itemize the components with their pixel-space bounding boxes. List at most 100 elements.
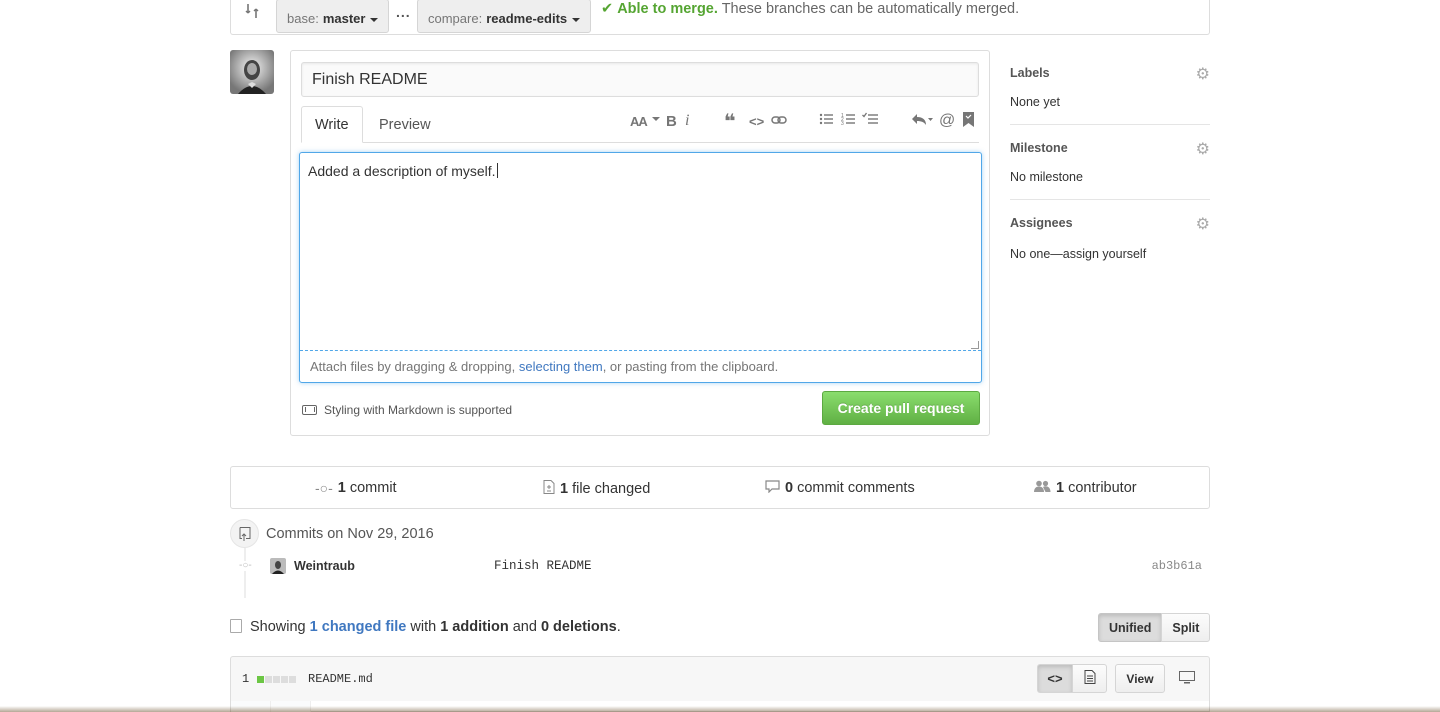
quote-icon: ❝	[724, 110, 736, 133]
file-icon	[1084, 670, 1096, 687]
ordered-list-icon: 123	[841, 112, 855, 130]
compare-prefix: compare:	[428, 11, 483, 26]
desktop-icon	[1179, 670, 1195, 687]
period-text: .	[616, 619, 621, 635]
diffstat-block	[265, 675, 273, 683]
bold-icon: B	[666, 112, 677, 130]
ordered-list-button[interactable]: 123	[841, 112, 855, 130]
comment-icon	[765, 480, 780, 496]
comments-count: 0	[785, 480, 794, 496]
diffstat-block	[273, 675, 281, 683]
commit-sha[interactable]: ab3b61a	[1152, 559, 1202, 573]
timeline-line	[244, 548, 246, 598]
diff-summary: Showing 1 changed file with 1 addition a…	[250, 619, 621, 635]
commits-count: 1	[337, 480, 346, 496]
mention-button[interactable]: @	[939, 112, 955, 130]
view-file-button[interactable]: View	[1115, 664, 1165, 693]
header-icon: AA	[630, 113, 648, 129]
compare-branch-select[interactable]: compare: readme-edits	[417, 0, 592, 33]
labels-value: None yet	[1010, 95, 1061, 109]
commits-label: commit	[349, 480, 397, 496]
text-cursor	[496, 163, 498, 178]
sidebar-milestone: Milestone ⚙ No milestone	[1010, 141, 1210, 184]
commit-author[interactable]: Weintraub	[294, 559, 355, 573]
commit-dot-icon: -○-	[239, 560, 252, 571]
header-text-button[interactable]: AA	[630, 112, 660, 130]
bookmark-button[interactable]	[963, 111, 974, 131]
attach-pre-text: Attach files by dragging & dropping,	[310, 359, 519, 374]
sidebar-divider	[1010, 124, 1210, 125]
compare-bar: base: master ... compare: readme-edits ✔…	[230, 0, 1210, 35]
check-icon: ✔	[601, 1, 614, 17]
diff-view-toggle: Unified Split	[1098, 613, 1211, 642]
compare-branch-name: readme-edits	[486, 11, 568, 26]
additions-count: 1 addition	[440, 619, 509, 635]
avatar[interactable]	[230, 50, 274, 94]
branch-separator: ...	[396, 4, 411, 20]
milestone-title[interactable]: Milestone	[1010, 141, 1210, 155]
task-list-button[interactable]	[862, 112, 878, 130]
file-name[interactable]: README.md	[308, 672, 373, 686]
resize-handle[interactable]	[971, 341, 979, 349]
link-button[interactable]	[771, 112, 787, 130]
file-diff-icon	[230, 619, 242, 633]
unordered-list-icon	[819, 112, 833, 130]
contributors-label: contributor	[1068, 480, 1137, 496]
unified-view-button[interactable]: Unified	[1098, 613, 1163, 642]
gear-icon[interactable]: ⚙	[1196, 139, 1210, 159]
select-files-link[interactable]: selecting them	[519, 359, 603, 374]
rich-diff-button[interactable]	[1072, 664, 1107, 693]
commits-date-heading: Commits on Nov 29, 2016	[266, 526, 434, 542]
milestone-value: No milestone	[1010, 170, 1083, 184]
contributors-count: 1	[1056, 480, 1065, 496]
code-button[interactable]: <>	[749, 112, 764, 130]
markdown-note[interactable]: Styling with Markdown is supported	[302, 403, 512, 417]
pr-title-input[interactable]	[301, 62, 979, 97]
commit-comments-link[interactable]: 0 commit comments	[765, 480, 915, 496]
split-view-button[interactable]: Split	[1161, 613, 1211, 642]
bookmark-icon	[963, 111, 974, 131]
quote-button[interactable]: ❝	[724, 111, 736, 133]
mention-icon: @	[939, 112, 956, 129]
commit-message[interactable]: Finish README	[494, 559, 592, 573]
assignees-value[interactable]: No one—assign yourself	[1010, 247, 1210, 261]
chevron-down-icon	[651, 117, 660, 121]
unordered-list-button[interactable]	[819, 112, 833, 130]
changed-files-link[interactable]: 1 changed file	[310, 619, 407, 635]
reply-button[interactable]	[911, 112, 933, 130]
chevron-down-icon	[572, 18, 581, 22]
pr-body-field[interactable]: Added a description of myself. Attach fi…	[299, 152, 982, 383]
labels-title[interactable]: Labels	[1010, 66, 1210, 80]
diffstat-block	[257, 675, 265, 683]
gear-icon[interactable]: ⚙	[1196, 64, 1210, 84]
files-changed-link[interactable]: 1 file changed	[543, 480, 650, 497]
sidebar-assignees: Assignees ⚙ No one—assign yourself	[1010, 216, 1210, 261]
contributors-link[interactable]: 1 contributor	[1034, 480, 1137, 496]
link-icon	[771, 113, 787, 130]
italic-button[interactable]: i	[685, 112, 689, 130]
code-icon: <>	[749, 113, 765, 129]
gear-icon[interactable]: ⚙	[1196, 214, 1210, 234]
desktop-open-button[interactable]	[1172, 664, 1202, 693]
diffstat-bar	[257, 675, 297, 683]
pr-body-textarea[interactable]: Added a description of myself.	[300, 153, 981, 351]
and-text: and	[512, 619, 537, 635]
bold-button[interactable]: B	[666, 112, 677, 130]
commit-author-avatar[interactable]	[270, 558, 286, 574]
repo-push-icon	[230, 519, 259, 548]
commits-count-link[interactable]: -○- 1 commit	[315, 480, 397, 496]
attach-post-text: , or pasting from the clipboard.	[602, 359, 779, 374]
base-branch-select[interactable]: base: master	[276, 0, 390, 33]
sidebar-labels: Labels ⚙ None yet	[1010, 66, 1210, 109]
merge-ok-text: Able to merge.	[617, 1, 718, 17]
tab-preview[interactable]: Preview	[366, 106, 444, 143]
diffstat-block	[281, 675, 289, 683]
assignees-title[interactable]: Assignees	[1010, 216, 1210, 230]
comments-label: commit comments	[797, 480, 915, 496]
svg-text:3: 3	[841, 121, 844, 126]
merge-msg-text: These branches can be automatically merg…	[721, 1, 1020, 17]
tab-write[interactable]: Write	[301, 106, 363, 143]
with-text: with	[410, 619, 437, 635]
source-diff-button[interactable]: <>	[1037, 664, 1073, 693]
create-pull-request-button[interactable]: Create pull request	[822, 391, 980, 425]
